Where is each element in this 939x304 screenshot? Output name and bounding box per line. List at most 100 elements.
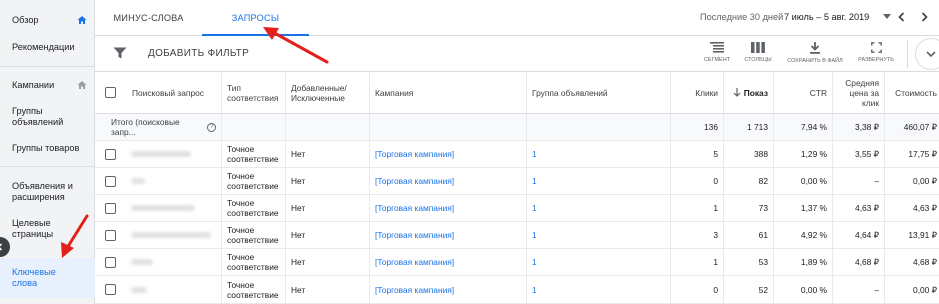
campaign-link[interactable]: [Торговая кампания] [369, 249, 526, 275]
table-row: Точное соответствие Нет [Торговая кампан… [95, 222, 939, 249]
header-query[interactable]: Поисковый запрос [126, 72, 221, 113]
row-select-cell [95, 222, 126, 248]
date-range-value[interactable]: 7 июль – 5 авг. 2019 [784, 12, 869, 22]
home-icon [77, 16, 87, 24]
redacted-query [131, 259, 153, 265]
sidebar-item-landing-pages[interactable]: Целевые страницы [0, 215, 70, 243]
download-label: СОХРАНИТЬ В ФАЙЛ [787, 58, 843, 64]
sidebar-item-keywords[interactable]: Ключевые слова [0, 258, 95, 298]
ad-group-link[interactable]: 1 [526, 249, 670, 275]
fullscreen-icon [870, 42, 882, 53]
campaign-link[interactable]: [Торговая кампания] [369, 141, 526, 167]
sidebar-item-label: Группы объявлений [12, 106, 64, 127]
avg-cpc-cell: – [832, 276, 884, 303]
added-cell: Нет [285, 222, 369, 248]
header-avg-cpc[interactable]: Средняя цена за клик [832, 72, 884, 113]
redacted-query [131, 178, 145, 184]
tab-search-queries[interactable]: ЗАПРОСЫ [202, 0, 309, 36]
redacted-query [131, 286, 147, 293]
impressions-cell: 82 [723, 168, 773, 194]
row-checkbox[interactable] [105, 148, 116, 160]
row-select-cell [95, 276, 126, 303]
date-dropdown-icon[interactable] [883, 14, 891, 19]
ctr-cell: 0,00 % [773, 276, 832, 303]
match-type-cell: Точное соответствие [221, 195, 285, 221]
chevron-right-icon[interactable] [917, 10, 931, 24]
chevron-left-icon[interactable] [895, 10, 909, 24]
header-clicks[interactable]: Клики [670, 72, 723, 113]
sidebar-item-label: Кампании [12, 79, 55, 90]
row-checkbox[interactable] [105, 175, 116, 187]
row-checkbox[interactable] [105, 229, 116, 241]
query-cell [126, 222, 221, 248]
clicks-cell: 1 [670, 249, 723, 275]
sidebar-item-ad-groups[interactable]: Группы объявлений [0, 103, 80, 131]
sidebar-item-label: Объявления и расширения [12, 181, 73, 202]
added-cell: Нет [285, 141, 369, 167]
columns-button[interactable]: СТОЛБЦЫ [728, 42, 788, 63]
chevron-down-icon [926, 51, 936, 58]
ad-group-link[interactable]: 1 [526, 141, 670, 167]
campaign-link[interactable]: [Торговая кампания] [369, 195, 526, 221]
row-checkbox[interactable] [105, 256, 116, 268]
total-label: Итого (поисковые запр... [111, 117, 180, 137]
match-type-cell: Точное соответствие [221, 141, 285, 167]
query-cell [126, 168, 221, 194]
header-campaign[interactable]: Кампания [369, 72, 526, 113]
table-row: Точное соответствие Нет [Торговая кампан… [95, 276, 939, 304]
sidebar-item-label: Группы товаров [12, 142, 80, 153]
avg-cpc-cell: – [832, 168, 884, 194]
header-ad-group[interactable]: Группа объявлений [526, 72, 670, 113]
help-icon[interactable]: ? [207, 122, 216, 132]
select-all-checkbox[interactable] [105, 87, 116, 98]
sidebar-divider [0, 166, 95, 167]
sidebar-item-label: Рекомендации [12, 41, 75, 52]
sidebar-item-recommendations[interactable]: Рекомендации [0, 35, 95, 59]
download-icon [810, 42, 820, 54]
sidebar-item-label: Целевые страницы [12, 218, 54, 239]
query-cell [126, 195, 221, 221]
impressions-cell: 73 [723, 195, 773, 221]
ctr-cell: 1,89 % [773, 249, 832, 275]
table-total-row: Итого (поисковые запр... ? 136 1 713 7,9… [95, 114, 939, 141]
campaign-link[interactable]: [Торговая кампания] [369, 168, 526, 194]
row-checkbox[interactable] [105, 202, 116, 214]
ctr-cell: 0,00 % [773, 168, 832, 194]
top-bar: МИНУС-СЛОВА ЗАПРОСЫ Последние 30 дней 7 … [95, 0, 939, 36]
row-checkbox[interactable] [105, 284, 116, 295]
sidebar: Обзор Рекомендации Кампании Группы объяв… [0, 0, 95, 304]
campaign-link[interactable]: [Торговая кампания] [369, 276, 526, 303]
impressions-cell: 52 [723, 276, 773, 303]
ad-group-link[interactable]: 1 [526, 195, 670, 221]
ad-group-link[interactable]: 1 [526, 222, 670, 248]
add-filter-button[interactable]: ДОБАВИТЬ ФИЛЬТР [148, 48, 249, 59]
redacted-query [131, 205, 195, 211]
filter-icon[interactable] [113, 47, 127, 59]
sidebar-item-ads-extensions[interactable]: Объявления и расширения [0, 178, 82, 206]
table-row: Точное соответствие Нет [Торговая кампан… [95, 168, 939, 195]
header-impressions-sort[interactable]: Показ [723, 72, 773, 113]
download-button[interactable]: СОХРАНИТЬ В ФАЙЛ [785, 42, 845, 64]
avg-cpc-cell: 4,68 ₽ [832, 249, 884, 275]
ad-group-link[interactable]: 1 [526, 168, 670, 194]
sidebar-item-product-groups[interactable]: Группы товаров [0, 136, 95, 160]
tab-negative-keywords[interactable]: МИНУС-СЛОВА [95, 0, 202, 36]
ad-group-link[interactable]: 1 [526, 276, 670, 303]
impressions-cell: 53 [723, 249, 773, 275]
sidebar-item-overview[interactable]: Обзор [0, 8, 95, 32]
header-added-excluded[interactable]: Добавленные/ Исключенные [285, 72, 369, 113]
campaign-link[interactable]: [Торговая кампания] [369, 222, 526, 248]
header-ctr[interactable]: CTR [773, 72, 832, 113]
clicks-cell: 3 [670, 222, 723, 248]
avg-cpc-cell: 4,63 ₽ [832, 195, 884, 221]
match-type-cell: Точное соответствие [221, 222, 285, 248]
table-row: Точное соответствие Нет [Торговая кампан… [95, 249, 939, 276]
query-cell [126, 141, 221, 167]
sidebar-item-campaigns[interactable]: Кампании [0, 73, 95, 97]
date-preset-label[interactable]: Последние 30 дней [700, 12, 783, 22]
expand-button[interactable]: РАЗВЕРНУТЬ [846, 42, 906, 63]
header-cost[interactable]: Стоимость [884, 72, 939, 113]
toolbar-more-button[interactable] [915, 38, 939, 70]
header-match-type[interactable]: Тип соответствия [221, 72, 285, 113]
columns-label: СТОЛБЦЫ [744, 57, 772, 63]
